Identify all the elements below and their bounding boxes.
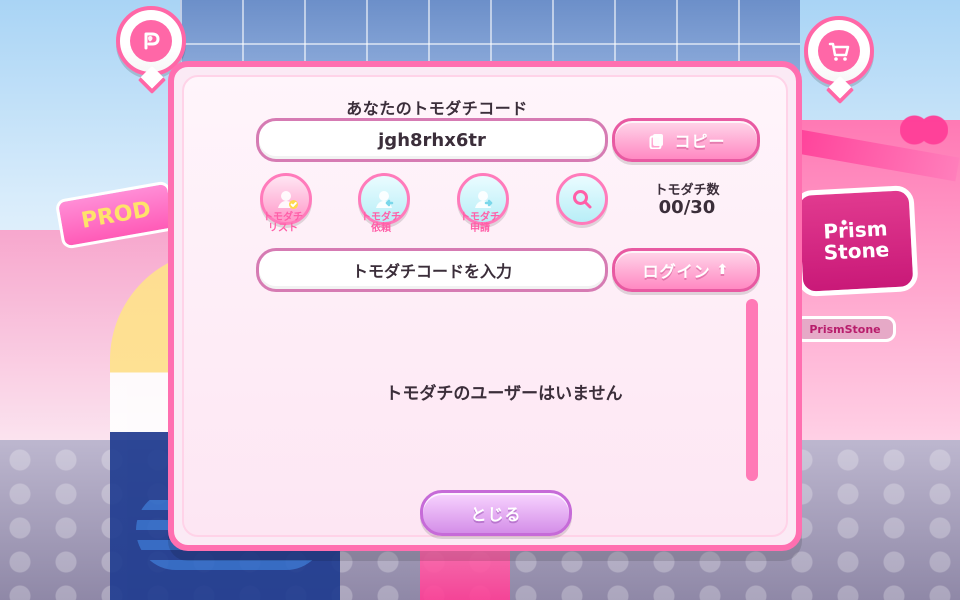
friend-count-label: トモダチ数 (654, 183, 720, 198)
search-icon (573, 190, 592, 209)
friend-code-value: jgh8rhx6tr (378, 129, 486, 151)
dialog-title: あなたのトモダチコード (346, 99, 528, 118)
friend-request-received-label: トモダチ 依頼 (346, 212, 416, 234)
friend-request-received-label-line2: 依頼 (371, 222, 391, 234)
copy-button-label: コピー (674, 132, 726, 151)
friend-request-sent-label: トモダチ 申請 (445, 212, 515, 234)
friend-list-area: トモダチのユーザーはいません (244, 301, 764, 491)
friend-request-sent-icon (475, 191, 493, 208)
friend-list-icon (278, 191, 298, 209)
prism-stone-small-sign: PrismStone (794, 316, 896, 342)
friend-code-dialog-inner: あなたのトモダチコード jgh8rhx6tr コピー トモダチ リスト トモダチ… (182, 75, 788, 537)
friend-request-sent-label-line2: 申請 (470, 222, 490, 234)
shopping-cart-icon (818, 30, 860, 72)
login-button[interactable]: ログイン ⬆ (612, 248, 760, 292)
login-button-label: ログイン (642, 262, 711, 281)
empty-state-message: トモダチのユーザーはいません (385, 384, 623, 404)
friend-list-label-line1: トモダチ (263, 212, 303, 223)
friend-list-label: トモダチ リスト (248, 212, 318, 234)
friend-code-display: jgh8rhx6tr (256, 118, 608, 162)
copy-icon (646, 129, 668, 151)
p-logo-icon (130, 20, 172, 62)
prism-stone-sign: Prism Stone (793, 184, 919, 298)
close-button[interactable]: とじる (420, 490, 572, 536)
store-bow (900, 110, 948, 150)
close-button-label: とじる (470, 505, 522, 524)
friend-request-received-icon (376, 191, 394, 208)
friend-code-dialog: あなたのトモダチコード jgh8rhx6tr コピー トモダチ リスト トモダチ… (168, 61, 802, 551)
friend-request-sent-label-line1: トモダチ (460, 212, 500, 223)
search-button[interactable] (556, 173, 608, 225)
top-right-pin-button[interactable] (804, 16, 874, 86)
friend-list-label-line2: リスト (268, 222, 298, 234)
friend-request-received-label-line1: トモダチ (361, 212, 401, 223)
prism-stone-sign-text: Prism Stone (822, 216, 890, 265)
prism-stone-small-sign-text: PrismStone (809, 322, 881, 336)
copy-button[interactable]: コピー (612, 118, 760, 162)
friend-code-input[interactable]: トモダチコードを入力 (256, 248, 608, 292)
prod-sign-text: PROD (79, 196, 153, 234)
friend-count-value: 00/30 (658, 197, 716, 218)
up-arrow-icon: ⬆ (716, 262, 730, 278)
friend-code-input-placeholder: トモダチコードを入力 (351, 262, 512, 281)
friend-list-scrollbar[interactable] (746, 299, 758, 481)
